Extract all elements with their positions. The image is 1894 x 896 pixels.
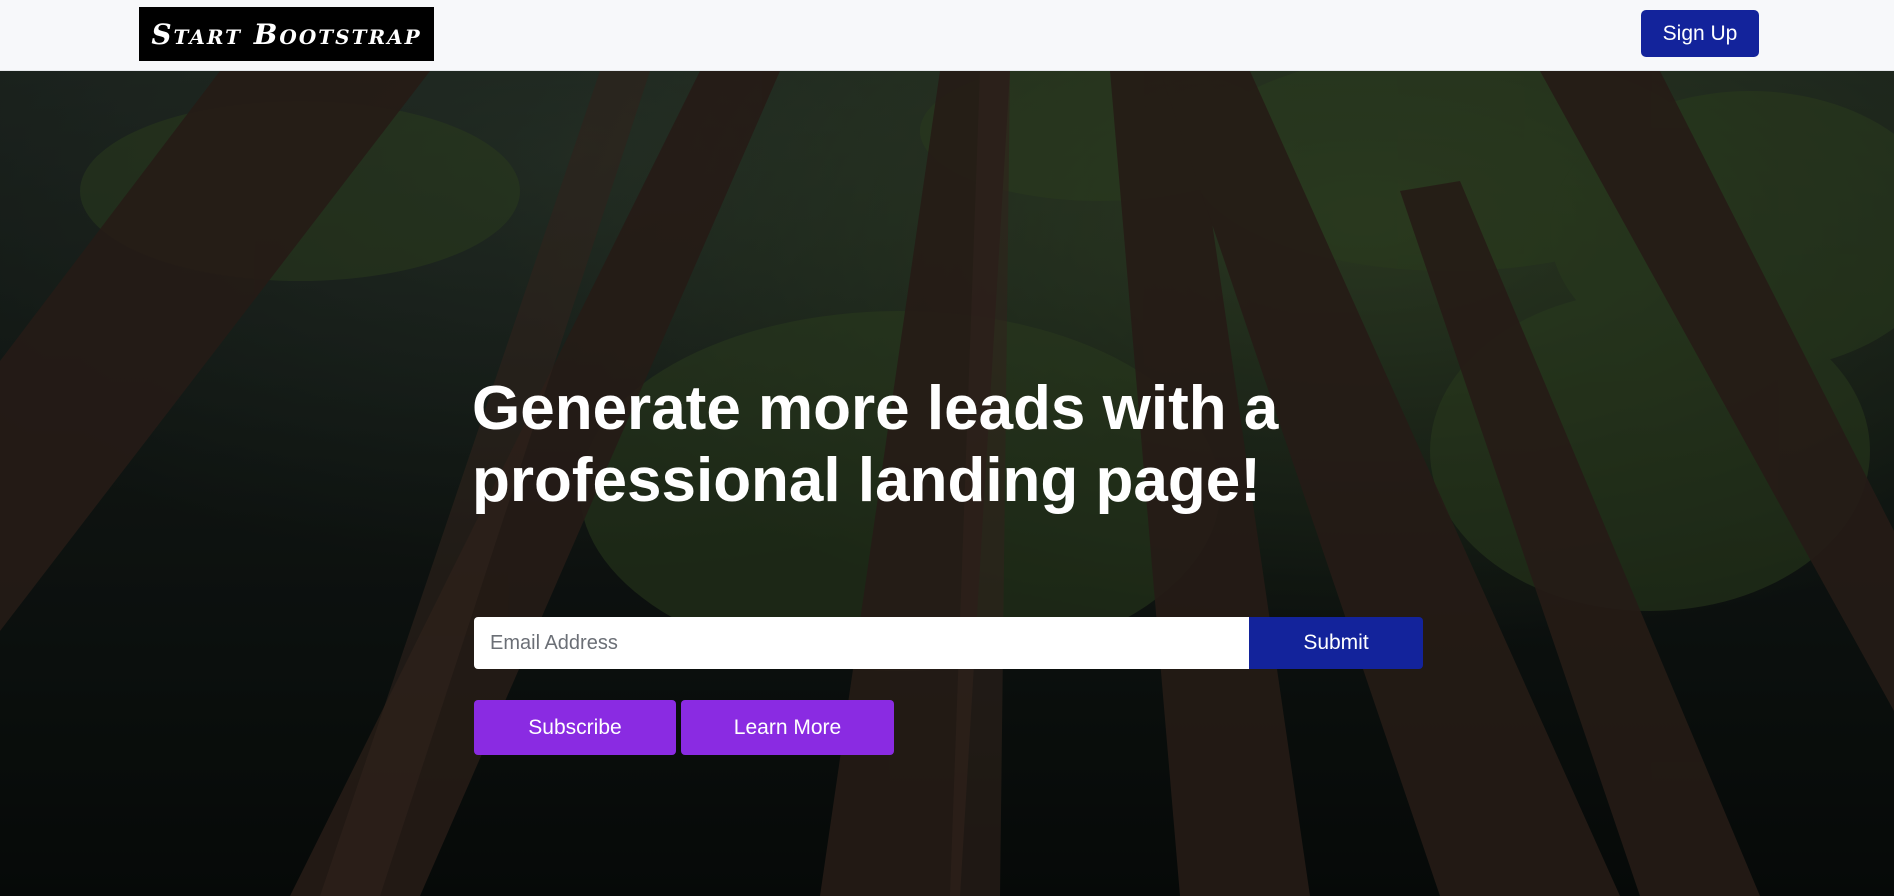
sign-up-button[interactable]: Sign Up	[1641, 10, 1759, 57]
navbar: Start Bootstrap Sign Up	[0, 0, 1894, 71]
brand-logo[interactable]: Start Bootstrap	[139, 7, 434, 61]
learn-more-button[interactable]: Learn More	[681, 700, 894, 755]
submit-button[interactable]: Submit	[1249, 617, 1423, 669]
hero-headline: Generate more leads with a professional …	[472, 374, 1279, 515]
subscribe-button[interactable]: Subscribe	[474, 700, 676, 755]
hero-section: Generate more leads with a professional …	[0, 71, 1894, 896]
email-input[interactable]	[474, 617, 1250, 669]
